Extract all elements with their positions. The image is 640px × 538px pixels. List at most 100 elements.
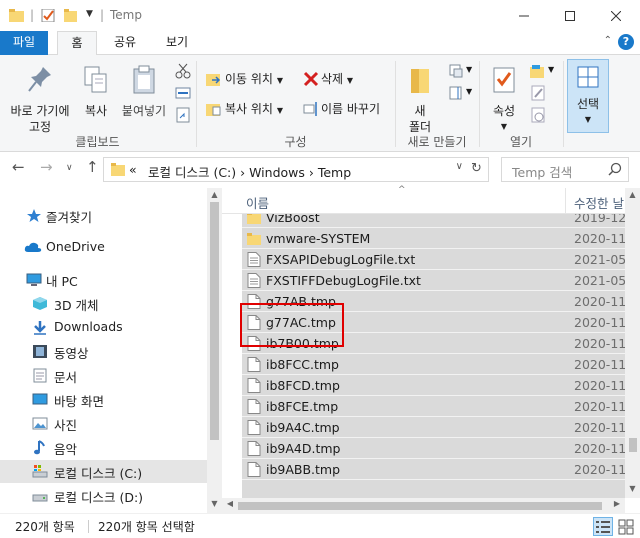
scrollbar-thumb[interactable] — [238, 502, 602, 510]
copy-label: 복사 — [84, 104, 108, 118]
nav-item-videos[interactable]: 동영상 — [0, 340, 207, 363]
horizontal-scrollbar[interactable]: ◀ ▶ — [222, 498, 625, 513]
maximize-button[interactable] — [547, 0, 593, 31]
scrollbar-thumb[interactable] — [210, 202, 219, 440]
tab-home[interactable]: 홈 — [57, 31, 97, 56]
file-row[interactable]: FXSAPIDebugLogFile.txt 2021-05 — [242, 249, 625, 270]
scrollbar-thumb[interactable] — [629, 438, 637, 452]
nav-item-pictures[interactable]: 사진 — [0, 412, 207, 435]
dropdown-arrow-icon: ▼ — [346, 76, 354, 85]
nav-item-downloads[interactable]: Downloads — [0, 316, 207, 339]
move-to-button[interactable]: 이동 위치 ▼ — [225, 70, 283, 88]
help-icon[interactable]: ? — [618, 34, 634, 50]
scroll-up-arrow-icon[interactable]: ▲ — [625, 190, 640, 202]
nav-item-label: Downloads — [54, 319, 123, 334]
properties-button[interactable]: 속성 ▼ — [484, 65, 524, 135]
history-icon[interactable] — [530, 107, 546, 123]
nav-item-documents[interactable]: 문서 — [0, 364, 207, 387]
nav-item-quick-access[interactable]: 즐겨찾기 — [0, 204, 207, 227]
group-divider — [563, 61, 564, 147]
title-bar: | ▼ | Temp — [0, 0, 640, 32]
select-button[interactable]: 선택 ▼ — [567, 59, 609, 133]
file-row[interactable]: ib8FCE.tmp 2020-11 — [242, 396, 625, 417]
nav-item-drive-c[interactable]: 로컬 디스크 (C:) — [0, 460, 207, 483]
easy-access-icon[interactable] — [448, 85, 464, 101]
new-folder-button[interactable]: 새 폴더 — [402, 65, 438, 135]
search-input[interactable]: Temp 검색 — [512, 162, 572, 181]
new-folder-quick-icon[interactable] — [64, 9, 79, 22]
file-name: ib8FCE.tmp — [266, 399, 339, 414]
file-date: 2020-11 — [574, 462, 625, 477]
forward-arrow-icon[interactable]: → — [40, 158, 53, 176]
tab-view[interactable]: 보기 — [155, 31, 199, 55]
rename-button[interactable]: 이름 바꾸기 — [321, 100, 380, 118]
cut-icon[interactable] — [175, 63, 191, 79]
file-row[interactable]: ib9A4C.tmp 2020-11 — [242, 417, 625, 438]
properties-check-icon[interactable] — [41, 9, 56, 22]
nav-item-this-pc[interactable]: 내 PC — [0, 268, 207, 291]
nav-pane-scrollbar[interactable]: ▲ ▼ — [207, 188, 222, 513]
breadcrumb[interactable]: 로컬 디스크 (C:) › Windows › Temp — [148, 162, 351, 181]
dropdown-arrow-icon[interactable]: ▼ — [466, 65, 472, 74]
file-date: 2020-11 — [574, 399, 625, 414]
breadcrumb-overflow[interactable]: « — [129, 162, 137, 177]
close-button[interactable] — [593, 0, 639, 31]
tab-file[interactable]: 파일 — [0, 31, 48, 55]
scroll-down-arrow-icon[interactable]: ▼ — [207, 499, 222, 511]
file-row[interactable]: VizBoost 2019-12 — [242, 214, 625, 228]
nav-item-3d-objects[interactable]: 3D 개체 — [0, 292, 207, 315]
minimize-button[interactable] — [501, 0, 547, 31]
file-row[interactable]: ib8FCD.tmp 2020-11 — [242, 375, 625, 396]
file-name: VizBoost — [266, 214, 320, 225]
column-header-name[interactable]: 이름 — [246, 193, 269, 212]
open-icon[interactable] — [530, 63, 546, 79]
file-row[interactable]: FXSTIFFDebugLogFile.txt 2021-05 — [242, 270, 625, 291]
file-row[interactable]: ib9A4D.tmp 2020-11 — [242, 438, 625, 459]
rename-icon — [303, 102, 317, 116]
scroll-down-arrow-icon[interactable]: ▼ — [625, 484, 640, 496]
address-bar[interactable]: « 로컬 디스크 (C:) › Windows › Temp ∨ ↻ — [103, 157, 489, 182]
pin-quick-access-button[interactable]: 바로 가기에 고정 — [4, 65, 76, 135]
scroll-left-arrow-icon[interactable]: ◀ — [224, 499, 236, 511]
nav-item-label: OneDrive — [46, 239, 105, 254]
copy-path-icon[interactable] — [175, 85, 191, 101]
file-row[interactable]: vmware-SYSTEM 2020-11 — [242, 228, 625, 249]
music-icon — [34, 440, 45, 455]
paste-button[interactable]: 붙여넣기 — [118, 65, 170, 119]
tab-share[interactable]: 공유 — [105, 31, 145, 55]
address-dropdown-icon[interactable]: ∨ — [456, 161, 463, 172]
copy-button[interactable]: 복사 — [78, 65, 114, 119]
nav-item-onedrive[interactable]: OneDrive — [0, 236, 207, 259]
up-arrow-icon[interactable]: ↑ — [86, 158, 99, 176]
scroll-right-arrow-icon[interactable]: ▶ — [611, 499, 623, 511]
file-list-scrollbar[interactable]: ▲ ▼ — [625, 188, 640, 498]
file-row[interactable]: ib8FCC.tmp 2020-11 — [242, 354, 625, 375]
copy-to-button[interactable]: 복사 위치 ▼ — [225, 100, 283, 118]
large-icons-view-button[interactable] — [616, 517, 636, 536]
move-to-icon — [206, 74, 221, 86]
dropdown-arrow-icon: ▼ — [276, 106, 283, 115]
nav-item-label: 로컬 디스크 (D:) — [54, 490, 144, 505]
column-header-date-modified[interactable]: 수정한 날 — [574, 193, 624, 212]
ribbon-collapse-icon[interactable]: ⌃ — [604, 35, 612, 46]
paste-shortcut-icon[interactable] — [175, 107, 191, 123]
file-list: ^ 이름 수정한 날 VizBoost 2019-12 vmware-SYSTEM 2… — [222, 185, 640, 513]
delete-button[interactable]: 삭제 ▼ — [321, 70, 353, 88]
refresh-icon[interactable]: ↻ — [466, 161, 486, 179]
dropdown-arrow-icon[interactable]: ▼ — [548, 65, 554, 74]
nav-item-music[interactable]: 음악 — [0, 436, 207, 459]
back-arrow-icon[interactable]: ← — [12, 158, 25, 176]
edit-icon[interactable] — [530, 85, 546, 101]
details-view-button[interactable] — [593, 517, 613, 536]
dropdown-arrow-icon[interactable]: ▼ — [466, 87, 472, 96]
3d-objects-icon — [33, 297, 47, 310]
nav-item-drive-d[interactable]: 로컬 디스크 (D:) — [0, 484, 207, 507]
quick-access-dropdown-icon[interactable]: ▼ — [86, 9, 93, 19]
column-divider[interactable] — [565, 188, 566, 214]
file-row[interactable]: ib9ABB.tmp 2020-11 — [242, 459, 625, 480]
nav-item-desktop[interactable]: 바탕 화면 — [0, 388, 207, 411]
scroll-up-arrow-icon[interactable]: ▲ — [207, 190, 222, 202]
search-box[interactable]: Temp 검색 — [501, 157, 629, 182]
recent-locations-icon[interactable]: ∨ — [66, 163, 73, 173]
new-item-icon[interactable] — [448, 63, 464, 79]
